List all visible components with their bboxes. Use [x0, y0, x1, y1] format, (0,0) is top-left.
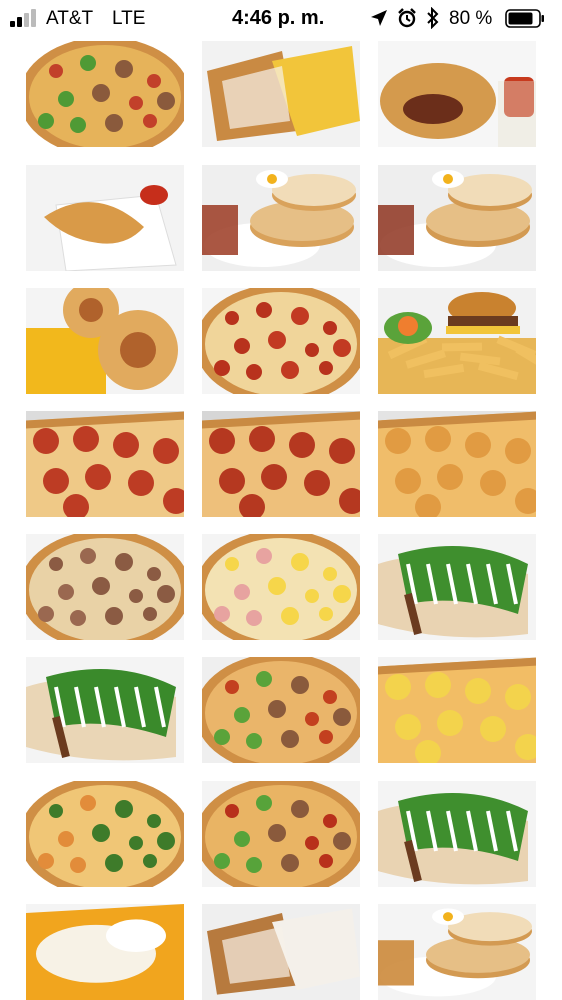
photo-grid: [0, 0, 562, 1000]
photo-thumbnail-pepperoni-pizza-whole[interactable]: [202, 288, 360, 394]
photo-thumbnail-calzone-with-sauce[interactable]: [378, 41, 536, 147]
photo-thumbnail-cheese-slice[interactable]: [378, 411, 536, 517]
photo-thumbnail-supreme-pizza[interactable]: [26, 41, 184, 147]
photo-thumbnail-cheese-fries-tray[interactable]: [26, 904, 184, 1000]
photo-thumbnail-pizza-rolls[interactable]: [26, 288, 184, 394]
photo-thumbnail-wrap-with-fries[interactable]: [378, 781, 536, 887]
photo-thumbnail-french-toast-with-eggs[interactable]: [202, 41, 360, 147]
photo-thumbnail-pancakes-bacon-eggs[interactable]: [202, 165, 360, 271]
photo-thumbnail-sausage-pizza[interactable]: [26, 534, 184, 640]
photo-thumbnail-hawaiian-pizza-close[interactable]: [378, 657, 536, 763]
photo-thumbnail-pepperoni-slice-2[interactable]: [202, 411, 360, 517]
photo-thumbnail-pepperoni-slice-1[interactable]: [26, 411, 184, 517]
photo-thumbnail-pancakes-stack[interactable]: [378, 904, 536, 1000]
photo-thumbnail-empanada-plate[interactable]: [26, 165, 184, 271]
photo-thumbnail-gyro-wrap[interactable]: [378, 534, 536, 640]
photo-thumbnail-french-toast[interactable]: [202, 904, 360, 1000]
photo-thumbnail-burger-and-fries[interactable]: [378, 288, 536, 394]
photo-thumbnail-pepper-pepperoni-pizza[interactable]: [202, 781, 360, 887]
photo-thumbnail-spinach-pizza[interactable]: [26, 781, 184, 887]
photo-thumbnail-gyro-wrap-2[interactable]: [26, 657, 184, 763]
photo-thumbnail-hawaiian-pizza[interactable]: [202, 534, 360, 640]
photo-thumbnail-pancakes-bacon-eggs-2[interactable]: [378, 165, 536, 271]
photo-thumbnail-sausage-pepper-pizza-spread[interactable]: [202, 657, 360, 763]
